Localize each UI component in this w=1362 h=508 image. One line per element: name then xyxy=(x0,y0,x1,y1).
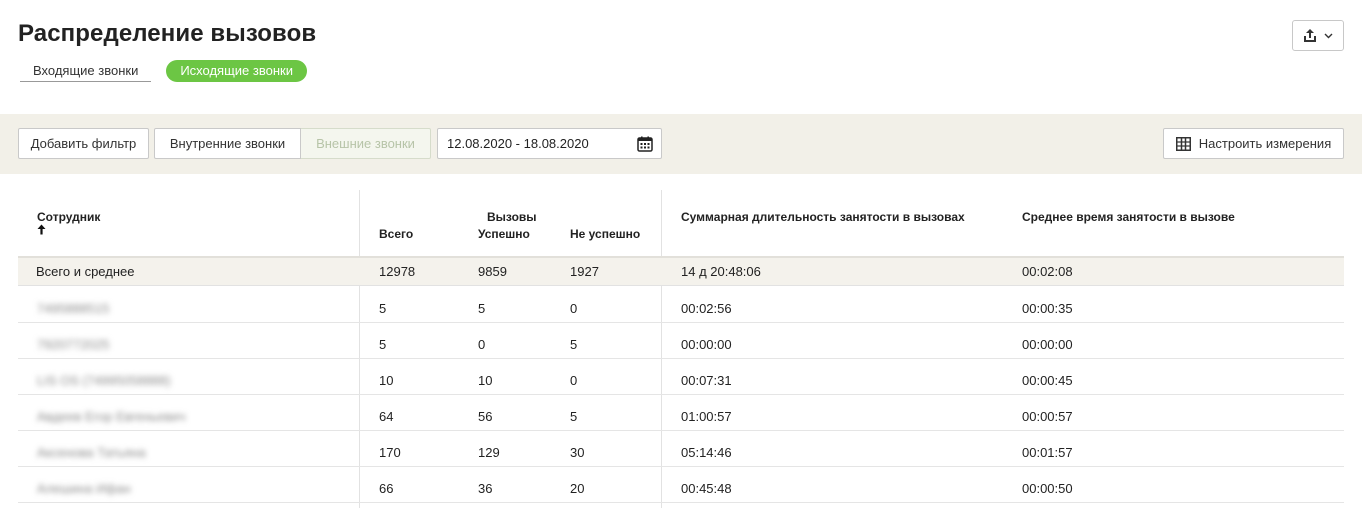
columns-icon xyxy=(1175,136,1191,151)
total-sum-duration: 14 д 20:48:06 xyxy=(681,264,761,279)
row-sum-duration: 01:00:57 xyxy=(681,409,732,424)
configure-measures-button[interactable]: Настроить измерения xyxy=(1163,128,1344,159)
row-avg-duration: 00:00:35 xyxy=(1022,301,1073,316)
tab-incoming[interactable]: Входящие звонки xyxy=(20,61,152,82)
internal-calls-button[interactable]: Внутренние звонки xyxy=(154,128,301,159)
filter-toolbar: Добавить фильтр Внутренние звонки Внешни… xyxy=(0,114,1362,174)
row-fail: 30 xyxy=(570,445,585,460)
row-total: 66 xyxy=(379,481,394,496)
total-fail: 1927 xyxy=(570,264,599,279)
date-range-field[interactable]: 12.08.2020 - 18.08.2020 xyxy=(437,128,662,159)
row-fail: 0 xyxy=(570,301,578,316)
row-success: 129 xyxy=(478,445,500,460)
sort-up-icon[interactable] xyxy=(37,224,46,235)
row-success: 0 xyxy=(478,337,486,352)
row-avg-duration: 00:00:45 xyxy=(1022,373,1073,388)
header-calls-group: Вызовы xyxy=(487,210,537,224)
row-avg-duration: 00:01:57 xyxy=(1022,445,1073,460)
row-fail: 5 xyxy=(570,409,578,424)
total-avg-duration: 00:02:08 xyxy=(1022,264,1073,279)
row-fail: 20 xyxy=(570,481,585,496)
tab-outgoing[interactable]: Исходящие звонки xyxy=(166,60,307,82)
header-sum-duration[interactable]: Суммарная длительность занятости в вызов… xyxy=(681,210,965,224)
employee-name[interactable]: Алешина Ифан xyxy=(37,481,131,496)
add-filter-button[interactable]: Добавить фильтр xyxy=(18,128,149,159)
external-calls-button[interactable]: Внешние звонки xyxy=(301,128,431,159)
row-success: 5 xyxy=(478,301,486,316)
header-fail[interactable]: Не успешно xyxy=(570,227,640,241)
row-sum-duration: 00:02:56 xyxy=(681,301,732,316)
date-range-value: 12.08.2020 - 18.08.2020 xyxy=(447,136,589,151)
employee-name[interactable]: 7495888515 xyxy=(37,301,109,316)
call-scope-toggle: Внутренние звонки Внешние звонки xyxy=(154,128,431,159)
row-avg-duration: 00:00:57 xyxy=(1022,409,1073,424)
employee-name[interactable]: Авдеев Егор Евгеньевич xyxy=(37,409,186,424)
export-icon xyxy=(1304,29,1316,42)
header-total[interactable]: Всего xyxy=(379,227,413,241)
configure-measures-label: Настроить измерения xyxy=(1198,136,1332,151)
header-success[interactable]: Успешно xyxy=(478,227,530,241)
calendar-icon[interactable] xyxy=(637,136,653,152)
row-sum-duration: 00:45:48 xyxy=(681,481,732,496)
total-success: 9859 xyxy=(478,264,507,279)
row-total: 64 xyxy=(379,409,394,424)
header-avg-duration[interactable]: Среднее время занятости в вызове xyxy=(1022,210,1235,224)
header-employee[interactable]: Сотрудник xyxy=(37,210,100,224)
row-total: 5 xyxy=(379,337,387,352)
employee-name[interactable]: LIS OS (74995058888) xyxy=(37,373,171,388)
row-sum-duration: 00:00:00 xyxy=(681,337,732,352)
employee-name[interactable]: 7920772025 xyxy=(37,337,109,352)
total-label: Всего и среднее xyxy=(36,264,135,279)
chevron-down-icon xyxy=(1324,33,1333,38)
page-title: Распределение вызовов xyxy=(18,20,317,47)
employee-name[interactable]: Аксенова Татьяна xyxy=(37,445,146,460)
row-sum-duration: 00:07:31 xyxy=(681,373,732,388)
row-total: 170 xyxy=(379,445,401,460)
row-total: 5 xyxy=(379,301,387,316)
row-fail: 0 xyxy=(570,373,578,388)
row-success: 56 xyxy=(478,409,493,424)
row-success: 36 xyxy=(478,481,493,496)
total-count: 12978 xyxy=(379,264,416,279)
call-type-tabs: Входящие звонки Исходящие звонки xyxy=(20,60,307,82)
row-success: 10 xyxy=(478,373,493,388)
row-fail: 5 xyxy=(570,337,578,352)
row-total: 10 xyxy=(379,373,394,388)
export-button[interactable] xyxy=(1292,20,1344,51)
row-avg-duration: 00:00:50 xyxy=(1022,481,1073,496)
row-sum-duration: 05:14:46 xyxy=(681,445,732,460)
row-avg-duration: 00:00:00 xyxy=(1022,337,1073,352)
